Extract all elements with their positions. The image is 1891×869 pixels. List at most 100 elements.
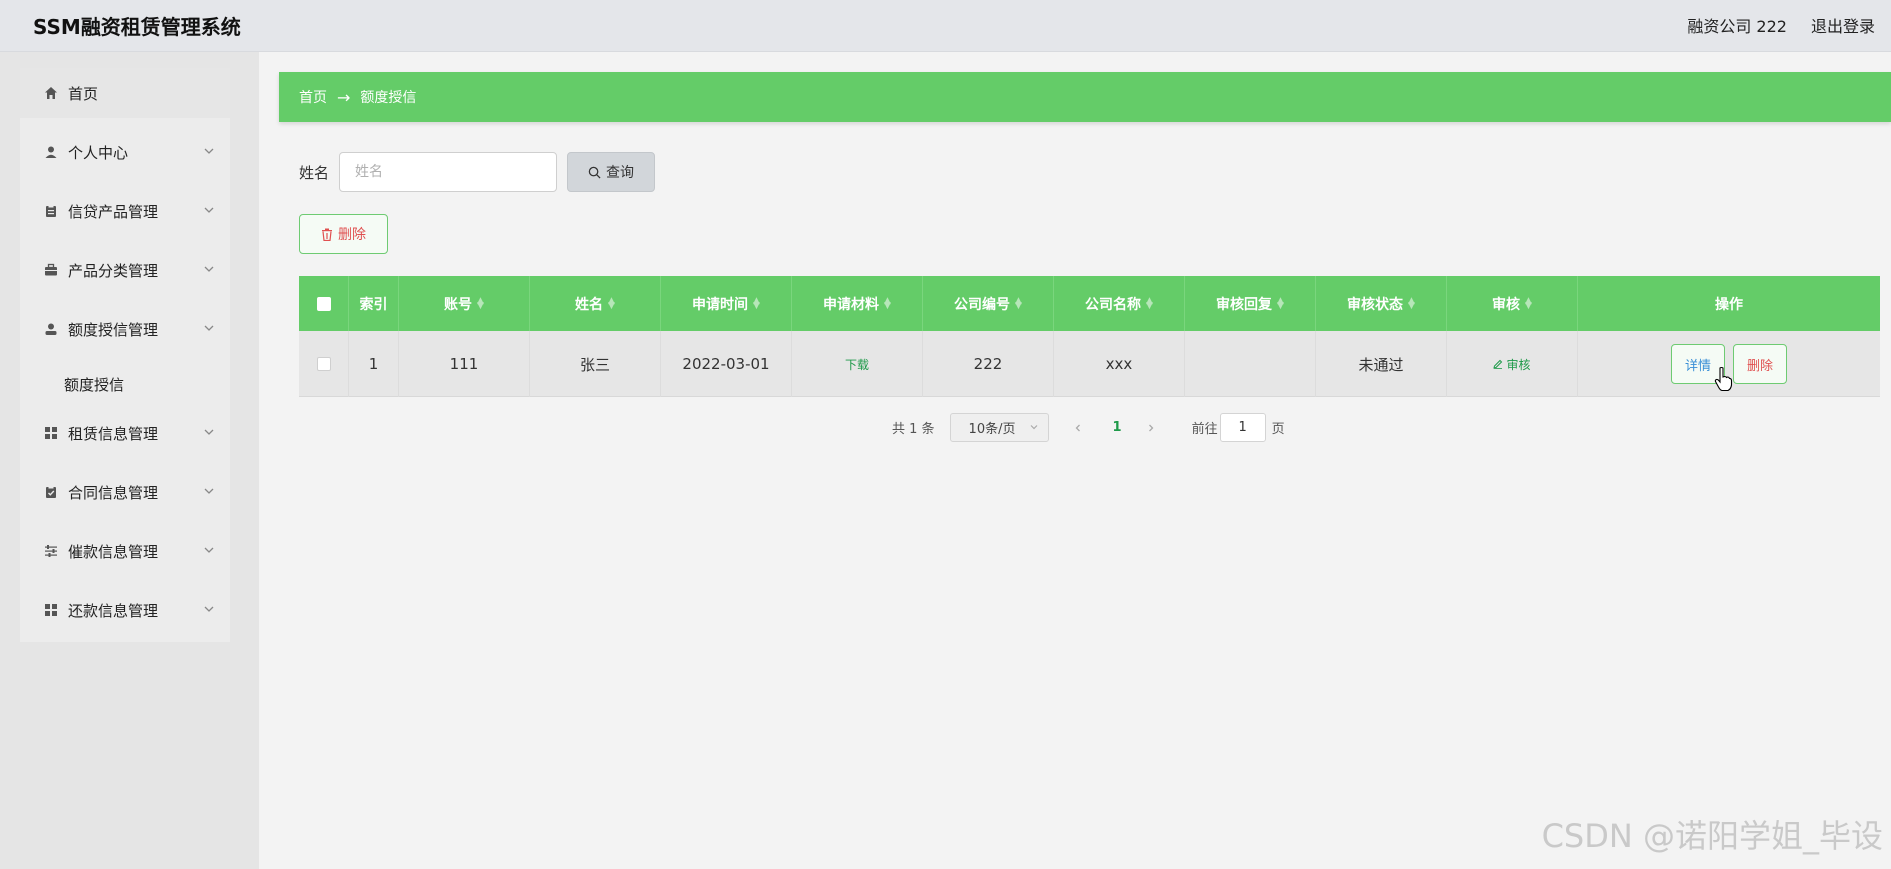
audit-label: 审核: [1506, 357, 1531, 372]
sort-icon[interactable]: ▲ ▼: [1015, 296, 1022, 310]
cell-index: 1: [349, 331, 399, 397]
search-label: 姓名: [299, 164, 330, 182]
column-title: 索引: [359, 296, 388, 313]
sort-icon[interactable]: ▲ ▼: [753, 296, 760, 310]
page-size-select[interactable]: 10条/页: [949, 413, 1049, 442]
sidebar-item-collection-info[interactable]: 催款信息管理: [20, 526, 230, 576]
download-link[interactable]: 下载: [845, 356, 869, 373]
sliders-icon: [44, 544, 58, 558]
header-select-all: [299, 276, 349, 331]
search-input[interactable]: [339, 152, 557, 192]
col-header-reply[interactable]: 审核回复 ▲ ▼: [1185, 276, 1316, 331]
sort-icon[interactable]: ▲ ▼: [1408, 296, 1415, 310]
col-header-index: 索引: [349, 276, 399, 331]
cell-audit: 审核: [1447, 331, 1578, 397]
sidebar-item-product-category[interactable]: 产品分类管理: [20, 245, 230, 295]
cell-account: 111: [399, 331, 530, 397]
search-icon: [588, 166, 601, 179]
sidebar-item-label: 产品分类管理: [68, 261, 159, 280]
page-size-value: 10条/页: [968, 422, 1016, 437]
breadcrumb-home[interactable]: 首页: [299, 87, 327, 107]
chevron-down-icon: [204, 207, 214, 213]
col-header-apply-time[interactable]: 申请时间 ▲ ▼: [661, 276, 792, 331]
column-title: 申请材料: [823, 296, 880, 313]
arrow-right-icon: →: [337, 87, 351, 107]
edit-icon: [1493, 359, 1503, 369]
top-header: SSM融资租赁管理系统 融资公司 222 退出登录: [0, 0, 1891, 52]
hand-cursor-icon: [1714, 366, 1733, 392]
col-header-material[interactable]: 申请材料 ▲ ▼: [792, 276, 923, 331]
sort-icon[interactable]: ▲ ▼: [1277, 296, 1284, 310]
cell-company-name: xxx: [1054, 331, 1185, 397]
sidebar-item-personal-center[interactable]: 个人中心: [20, 127, 230, 177]
table-header: 索引 账号 ▲ ▼ 姓名 ▲ ▼ 申请时间 ▲ ▼ 申请材料 ▲ ▼ 公司编号 ▲ ▼ 公司名称 ▲ ▼…: [299, 276, 1880, 331]
row-checkbox[interactable]: [316, 357, 331, 371]
col-header-company-no[interactable]: 公司编号 ▲ ▼: [923, 276, 1054, 331]
watermark: CSDN @诺阳学姐_毕设: [1541, 817, 1883, 855]
query-button[interactable]: 查询: [567, 152, 655, 192]
sidebar-item-credit-products[interactable]: 信贷产品管理: [20, 186, 230, 236]
col-header-audit[interactable]: 审核 ▲ ▼: [1447, 276, 1578, 331]
sidebar-item-home[interactable]: 首页: [20, 68, 230, 118]
batch-delete-label: 删除: [338, 227, 366, 243]
breadcrumb-current: 额度授信: [360, 90, 417, 106]
user-icon: [44, 145, 58, 159]
top-right-area: 融资公司 222 退出登录: [1687, 13, 1875, 37]
cell-apply-time: 2022-03-01: [661, 331, 792, 397]
sidebar-subitem-credit-grant[interactable]: 额度授信: [64, 364, 230, 404]
pagination: 共 1 条 10条/页 1 前往 页: [892, 413, 1285, 442]
sidebar-item-label: 首页: [68, 84, 99, 103]
chevron-down-icon: [1030, 425, 1037, 430]
chevron-down-icon: [204, 148, 214, 154]
audit-link[interactable]: 审核: [1493, 356, 1531, 373]
sidebar-item-label: 租赁信息管理: [68, 424, 159, 443]
cell-status: 未通过: [1316, 331, 1447, 397]
chevron-down-icon: [204, 606, 214, 612]
sidebar-item-label: 信贷产品管理: [68, 202, 159, 221]
goto-page-input[interactable]: [1219, 413, 1266, 442]
sidebar-item-label: 合同信息管理: [68, 483, 159, 502]
sidebar-item-repayment-info[interactable]: 还款信息管理: [20, 585, 230, 635]
sidebar-item-credit-line[interactable]: 额度授信管理: [20, 304, 230, 354]
col-header-name[interactable]: 姓名 ▲ ▼: [530, 276, 661, 331]
chevron-down-icon: [204, 547, 214, 553]
page-suffix: 页: [1271, 422, 1285, 437]
column-title: 审核回复: [1216, 296, 1273, 313]
chevron-down-icon: [204, 325, 214, 331]
sort-icon[interactable]: ▲ ▼: [477, 296, 484, 310]
next-page-icon[interactable]: [1146, 423, 1162, 433]
row-delete-button[interactable]: 删除: [1733, 344, 1788, 384]
sort-icon[interactable]: ▲ ▼: [1525, 296, 1532, 310]
person-icon: [44, 322, 58, 336]
prev-page-icon[interactable]: [1073, 423, 1089, 433]
select-all-checkbox[interactable]: [316, 296, 331, 311]
batch-delete-button[interactable]: 删除: [299, 214, 388, 254]
grid-icon: [44, 603, 58, 617]
clipboard-icon: [44, 204, 58, 218]
page-number-current[interactable]: 1: [1113, 420, 1122, 435]
sidebar-item-label: 个人中心: [68, 143, 129, 162]
logout-link[interactable]: 退出登录: [1811, 13, 1875, 37]
sort-icon[interactable]: ▲ ▼: [608, 296, 615, 310]
column-title: 姓名: [575, 296, 604, 313]
sort-icon[interactable]: ▲ ▼: [1146, 296, 1153, 310]
sidebar-item-contract-info[interactable]: 合同信息管理: [20, 467, 230, 517]
column-title: 账号: [444, 296, 473, 313]
app-title: SSM融资租赁管理系统: [33, 15, 241, 39]
cell-material: 下载: [792, 331, 923, 397]
grid-icon: [44, 426, 58, 440]
col-header-account[interactable]: 账号 ▲ ▼: [399, 276, 530, 331]
table-row: 1 111 张三 2022-03-01 下载 222 xxx 未通过 审核 详情…: [299, 331, 1880, 397]
col-header-status[interactable]: 审核状态 ▲ ▼: [1316, 276, 1447, 331]
col-header-company-name[interactable]: 公司名称 ▲ ▼: [1054, 276, 1185, 331]
sidebar: 首页 个人中心 信贷产品管理 产品分类管理 额度授信管理 额度授信 租赁信息管理…: [20, 68, 230, 642]
sidebar-item-label: 还款信息管理: [68, 601, 159, 620]
column-title: 公司编号: [954, 296, 1011, 313]
goto-label: 前往: [1191, 422, 1218, 437]
sidebar-item-lease-info[interactable]: 租赁信息管理: [20, 408, 230, 458]
chevron-down-icon: [204, 488, 214, 494]
briefcase-icon: [44, 263, 58, 277]
query-button-label: 查询: [606, 165, 634, 181]
cell-reply: [1185, 331, 1316, 397]
sort-icon[interactable]: ▲ ▼: [884, 296, 891, 310]
